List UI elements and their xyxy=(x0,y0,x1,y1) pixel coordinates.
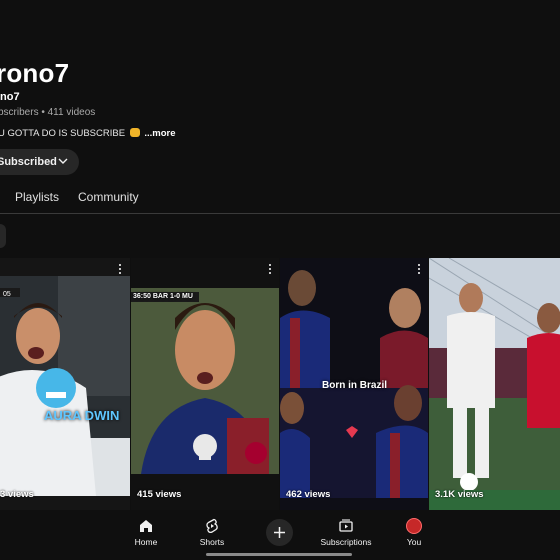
subscriptions-icon xyxy=(339,519,353,532)
nav-subscriptions-label: Subscriptions xyxy=(320,537,372,547)
nav-you-label: You xyxy=(406,537,422,547)
tab-community[interactable]: Community xyxy=(78,190,139,204)
more-options-icon[interactable] xyxy=(417,264,421,276)
channel-header: rono7 no7 bscribers • 411 videos U GOTTA… xyxy=(0,0,560,260)
filter-chip[interactable] xyxy=(0,224,6,248)
more-options-icon[interactable] xyxy=(268,264,272,276)
short-views: 462 views xyxy=(286,489,331,500)
avatar xyxy=(406,518,422,534)
subscribed-label: Subscribed xyxy=(0,156,57,168)
short-views: 3 views xyxy=(0,489,34,500)
shorts-icon xyxy=(206,518,218,534)
description-text: U GOTTA DO IS SUBSCRIBE xyxy=(0,128,126,139)
nav-shorts[interactable]: Shorts xyxy=(182,518,242,547)
create-button[interactable] xyxy=(266,519,293,546)
more-options-icon[interactable] xyxy=(118,264,122,276)
channel-name: rono7 xyxy=(0,58,70,88)
tab-playlists[interactable]: Playlists xyxy=(15,190,59,204)
nav-you[interactable]: You xyxy=(384,518,444,547)
svg-text:05: 05 xyxy=(3,291,11,298)
more-link[interactable]: ...more xyxy=(144,128,175,139)
plus-icon xyxy=(274,527,285,538)
scoreboard-text: 36:50 BAR 1-0 MU xyxy=(133,293,193,300)
short-tile[interactable]: Born in Brazil 462 views xyxy=(280,258,428,510)
channel-stats: bscribers • 411 videos xyxy=(0,107,96,118)
short-tile[interactable]: 05 AURA DWIN 3 views xyxy=(0,258,130,510)
channel-tabs: Playlists Community xyxy=(0,184,560,214)
short-tile[interactable]: 3.1K views xyxy=(429,258,560,510)
chevron-down-icon xyxy=(58,158,68,164)
channel-handle: no7 xyxy=(0,91,20,103)
pointing-down-emoji-icon xyxy=(129,128,140,137)
shorts-grid: 05 AURA DWIN 3 views 36:50 BAR 1-0 MU 41… xyxy=(0,258,560,510)
home-icon xyxy=(140,520,152,532)
nav-home[interactable]: Home xyxy=(116,518,176,547)
nav-subscriptions[interactable]: Subscriptions xyxy=(316,518,376,547)
short-overlay-text: AURA DWIN xyxy=(44,408,120,423)
short-views: 415 views xyxy=(137,489,182,500)
nav-home-label: Home xyxy=(134,537,158,547)
subscribed-button[interactable]: Subscribed xyxy=(0,149,79,175)
system-home-indicator[interactable] xyxy=(206,553,352,556)
short-thumbnail: 05 xyxy=(0,258,130,510)
channel-description[interactable]: U GOTTA DO IS SUBSCRIBE ...more xyxy=(0,128,175,139)
short-overlay-text: Born in Brazil xyxy=(322,380,388,391)
nav-shorts-label: Shorts xyxy=(199,537,225,547)
short-views: 3.1K views xyxy=(435,489,484,500)
short-thumbnail xyxy=(429,258,560,510)
short-tile[interactable]: 36:50 BAR 1-0 MU 415 views xyxy=(131,258,279,510)
